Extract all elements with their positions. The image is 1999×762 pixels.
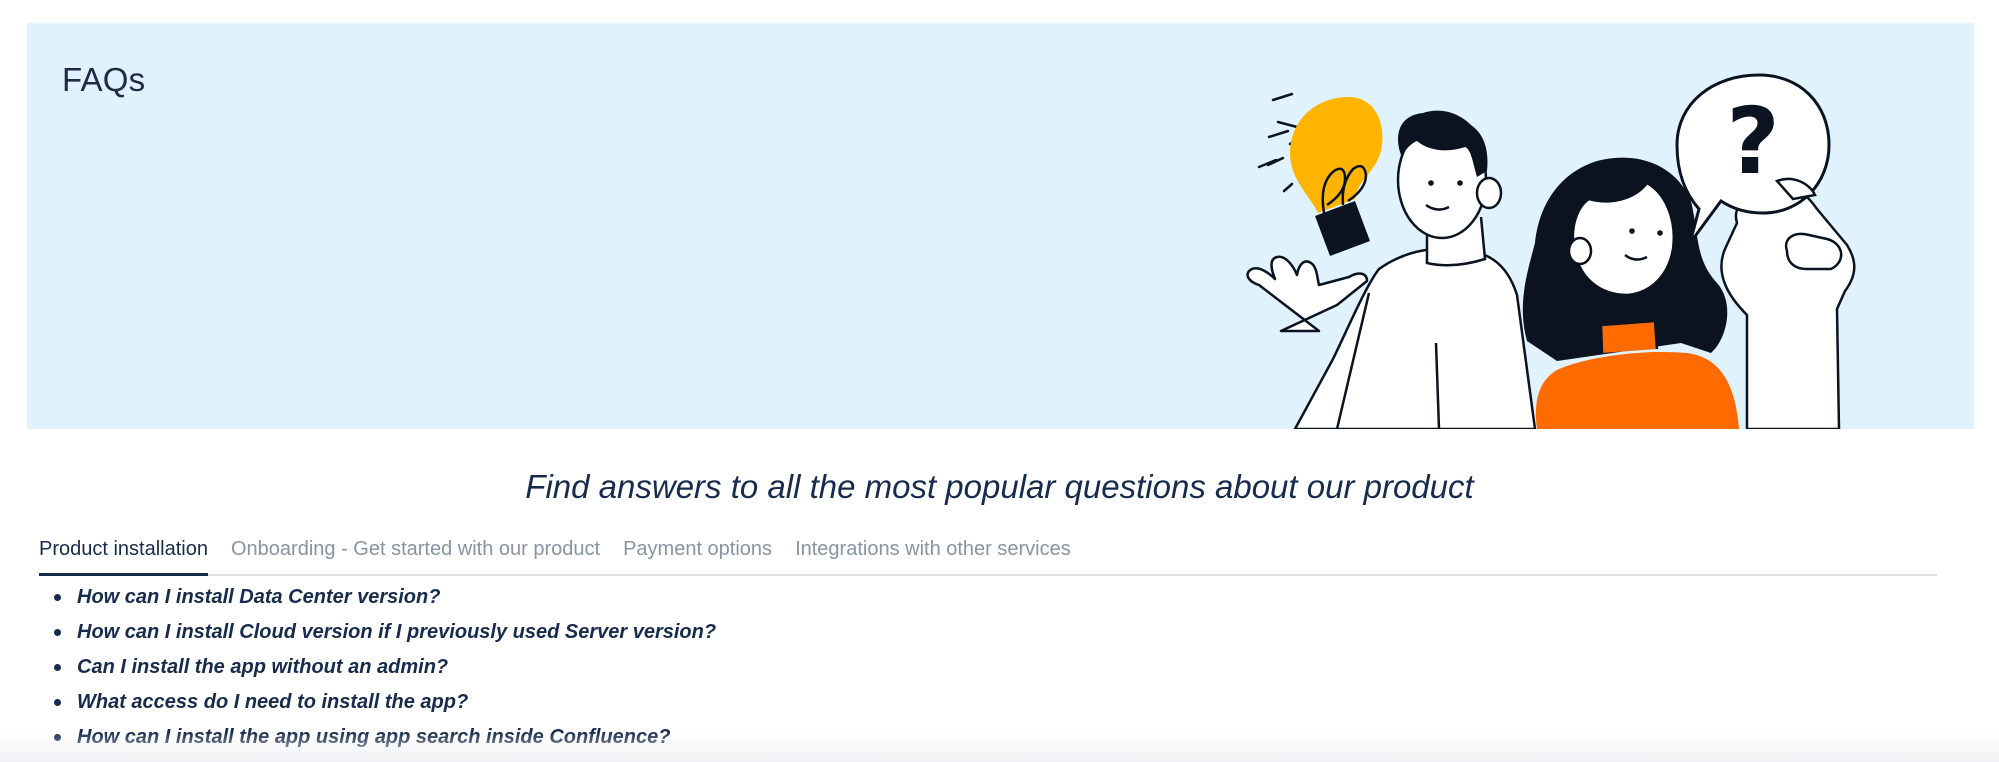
faq-question-link[interactable]: How can I install the app using app sear…	[77, 726, 670, 749]
faq-question-link[interactable]: How can I install Cloud version if I pre…	[77, 621, 716, 644]
bullet-icon	[54, 664, 61, 671]
tab-integrations[interactable]: Integrations with other services	[795, 538, 1071, 574]
faq-question-link[interactable]: What access do I need to install the app…	[77, 691, 468, 714]
people-with-lightbulb-and-question-illustration: ?	[1246, 73, 1856, 429]
list-item: How can I install the app using app sear…	[52, 720, 716, 755]
hand-left	[1246, 255, 1369, 333]
faq-question-link[interactable]: Can I install the app without an admin?	[77, 656, 448, 679]
hand-right	[1720, 187, 1856, 429]
bullet-icon	[54, 734, 61, 741]
page-title: FAQs	[62, 61, 146, 98]
bullet-icon	[54, 594, 61, 601]
page-tagline: Find answers to all the most popular que…	[525, 468, 1474, 505]
bullet-icon	[54, 629, 61, 636]
bullet-icon	[54, 699, 61, 706]
list-item: Can I install the app without an admin?	[52, 650, 716, 685]
lightbulb-icon	[1290, 97, 1383, 256]
tab-product-installation[interactable]: Product installation	[39, 538, 208, 576]
hero-banner: FAQs ?	[27, 23, 1974, 429]
tab-payment-options[interactable]: Payment options	[623, 538, 772, 574]
faq-page: FAQs ? Find answers to all the most popu…	[0, 0, 1999, 762]
tab-onboarding[interactable]: Onboarding - Get started with our produc…	[231, 538, 600, 574]
faq-question-link[interactable]: How can I install Data Center version?	[77, 586, 440, 609]
list-item: How can I install Cloud version if I pre…	[52, 615, 716, 650]
list-item: How can I install Data Center version?	[52, 580, 716, 615]
faq-list: How can I install Data Center version? H…	[52, 580, 716, 755]
svg-text:?: ?	[1726, 88, 1779, 195]
faq-tabs: Product installation Onboarding - Get st…	[39, 538, 1937, 576]
list-item: What access do I need to install the app…	[52, 685, 716, 720]
